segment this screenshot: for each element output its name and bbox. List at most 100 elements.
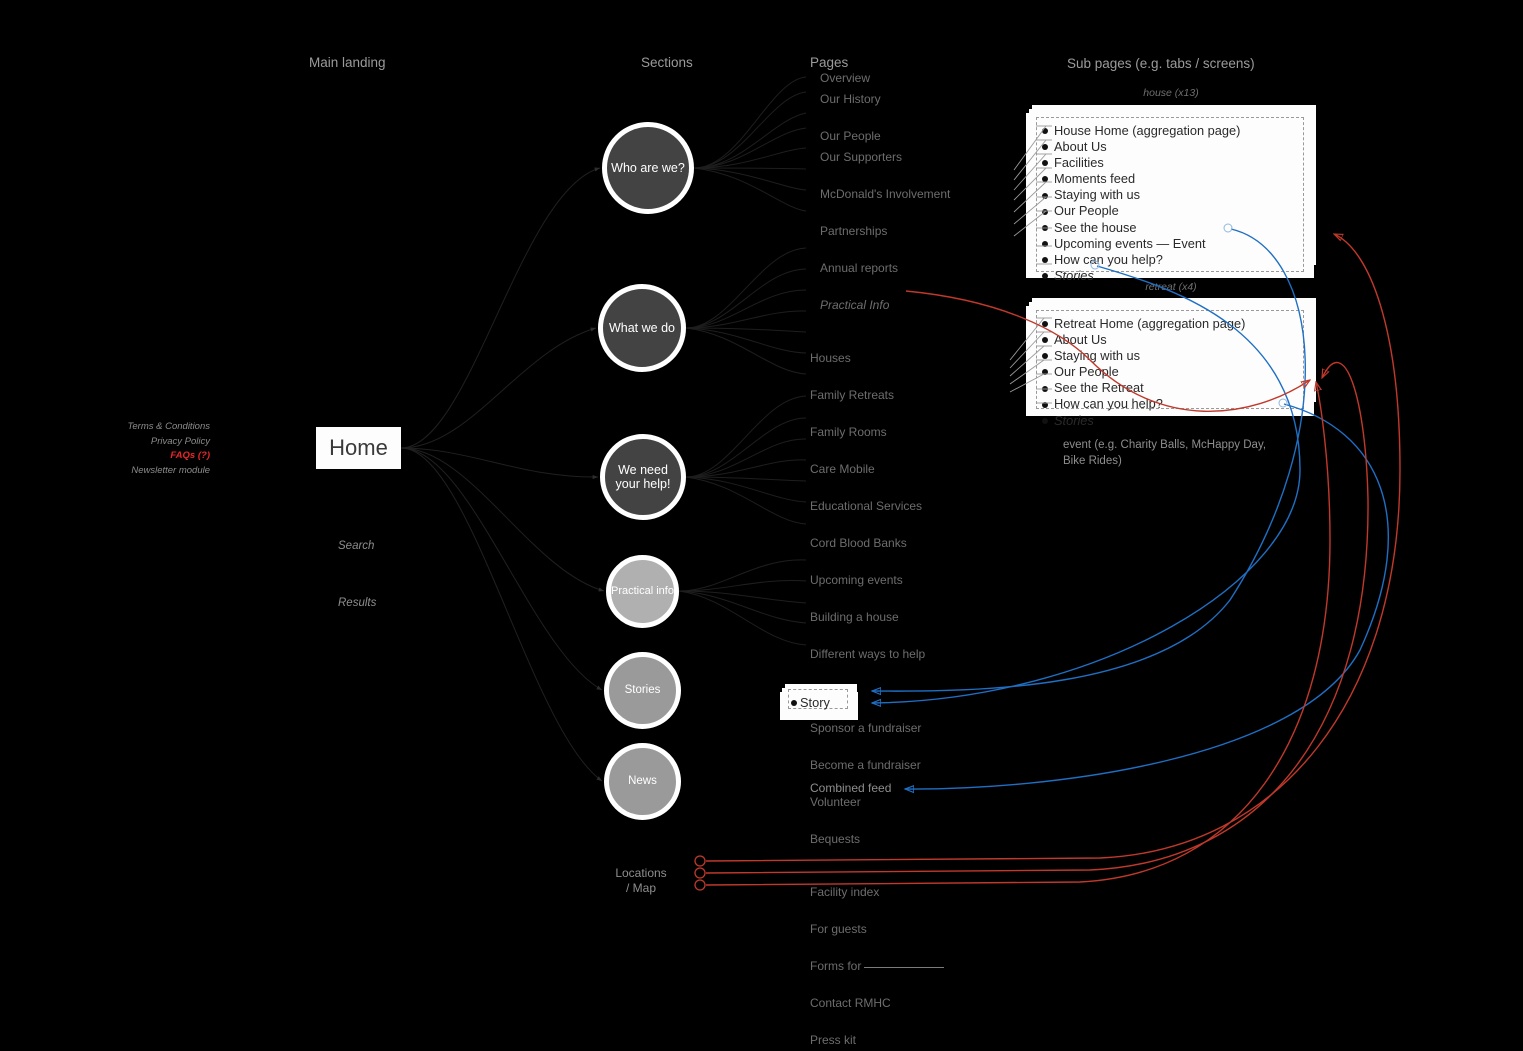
page-item[interactable]: Contact RMHC [810,993,1010,1014]
utility-link-faqs[interactable]: FAQs (?) [60,449,210,464]
utility-link-newsletter[interactable]: Newsletter module [60,464,210,479]
page-item[interactable]: Bequests [810,829,1010,850]
subpage-card-retreat[interactable]: retreat (x4) Retreat Home (aggregation p… [1026,281,1316,428]
pages-spacer [810,242,1010,258]
subpage-item[interactable]: How can you help? [1042,396,1245,412]
page-item[interactable]: Practical Info [810,295,1010,316]
subpage-item[interactable]: Upcoming events — Event [1042,236,1240,252]
column-heading-sections: Sections [641,55,693,70]
pages-spacer [810,628,1010,644]
subpage-item-label: Retreat Home (aggregation page) [1054,316,1246,331]
page-item[interactable]: Our People [810,126,1010,147]
page-item[interactable]: Forms for [810,956,1010,977]
sitemap-canvas: Main landing Sections Pages Sub pages (e… [0,0,1523,1047]
subpage-item[interactable]: Facilities [1042,155,1240,171]
event-note-line-2: Bike Rides) [1063,454,1122,467]
page-item[interactable]: Houses [810,348,1010,369]
subpage-item[interactable]: See the Retreat [1042,380,1245,396]
pages-spacer [810,406,1010,422]
bullet-icon [1042,401,1048,408]
column-heading-sub-pages: Sub pages (e.g. tabs / screens) [1067,56,1255,71]
pages-spacer [810,279,1010,295]
subpage-item-label: See the Retreat [1054,380,1144,396]
page-item[interactable]: Become a fundraiser [810,755,1010,776]
subpage-item[interactable]: Staying with us [1042,187,1240,203]
bullet-icon [1042,417,1048,424]
section-circle-we-need-your-help[interactable]: We need your help! [600,434,686,520]
subpage-item-label: See the house [1054,219,1137,235]
subpage-item[interactable]: How can you help? [1042,251,1240,268]
subpage-item[interactable]: About Us [1042,139,1240,155]
subpage-item-label: How can you help? [1054,251,1163,267]
subpage-item[interactable]: Staying with us [1042,348,1245,364]
locations-map-label[interactable]: Locations / Map [609,866,673,896]
page-item[interactable]: Annual reports [810,258,1010,279]
section-circle-who-are-we[interactable]: Who are we? [602,122,694,214]
subpage-item-label: Our People [1054,203,1119,219]
subpage-item[interactable]: Stories [1042,413,1245,429]
section-circle-what-we-do[interactable]: What we do [598,284,686,372]
pages-spacer [810,665,1010,681]
section-circle-practical-info[interactable]: Practical info [606,555,679,628]
search-node-label[interactable]: Search [338,540,374,552]
subpage-item[interactable]: Retreat Home (aggregation page) [1042,316,1246,332]
subpage-card-house[interactable]: house (x13) House Home (aggregation page… [1026,87,1316,283]
page-item[interactable]: For guests [810,919,1010,940]
pages-spacer [810,316,1010,332]
subpage-card-house-caption: house (x13) [1143,87,1199,99]
page-item[interactable]: Family Retreats [810,385,1010,406]
subpage-item-label: House Home (aggregation page) [1054,123,1241,138]
subpage-item-label: Staying with us [1054,187,1141,203]
page-item[interactable]: Educational Services [810,496,1010,517]
pages-spacer [810,369,1010,385]
bullet-icon [1042,224,1048,231]
combined-feed-node[interactable]: Combined feed [810,781,891,796]
page-item[interactable]: Partnerships [810,221,1010,242]
bullet-icon [1042,208,1048,215]
page-item[interactable]: Sponsor a fundraiser [810,718,1010,739]
subpage-item[interactable]: Our People [1042,203,1240,219]
page-item[interactable]: Different ways to help [810,644,1010,665]
subpage-item-label: Our People [1054,364,1119,380]
page-item[interactable]: Family Rooms [810,422,1010,443]
page-item[interactable]: Our Supporters [810,147,1010,168]
subpage-item[interactable]: House Home (aggregation page) [1042,123,1241,139]
page-item[interactable]: Upcoming events [810,570,1010,591]
subpage-item[interactable]: About Us [1042,332,1245,348]
subpage-item[interactable]: See the house [1042,219,1240,236]
pages-spacer [810,205,1010,221]
pages-spacer [810,940,1010,956]
section-circle-label: News [628,775,657,788]
section-circle-news[interactable]: News [604,743,681,820]
pages-spacer [810,866,1010,882]
pages-spacer [810,554,1010,570]
pages-spacer [810,903,1010,919]
subpage-item[interactable]: Moments feed [1042,171,1240,187]
page-item[interactable]: Care Mobile [810,459,1010,480]
page-item[interactable]: McDonald's Involvement [810,184,1010,205]
subpage-item-list: Retreat Home (aggregation page) About Us S… [1042,316,1246,429]
section-circle-stories[interactable]: Stories [604,652,681,729]
subpage-item-label: Facilities [1054,155,1104,171]
event-note-line-1: event (e.g. Charity Balls, McHappy Day, [1063,439,1267,451]
results-node-label[interactable]: Results [338,597,376,609]
subpage-item-label: Moments feed [1054,171,1136,187]
bullet-icon [1042,240,1048,247]
subpage-item[interactable]: Our People [1042,364,1245,380]
page-item[interactable]: Cord Blood Banks [810,533,1010,554]
utility-links: Terms & Conditions Privacy Policy FAQs (… [60,420,210,478]
subpage-item-label: About Us [1054,332,1107,348]
page-item[interactable]: Our History [810,89,1010,110]
page-item[interactable]: Overview [810,68,1010,89]
utility-link-terms[interactable]: Terms & Conditions [60,420,210,435]
pages-spacer [810,332,1010,348]
page-item[interactable]: Press kit [810,1030,1010,1051]
section-circle-label: We need your help! [615,463,671,491]
locations-line-2: / Map [625,881,656,895]
section-circle-label: Who are we? [611,161,685,175]
page-item[interactable]: Building a house [810,607,1010,628]
pages-spacer [810,850,1010,866]
home-node[interactable]: Home [316,427,401,469]
page-item[interactable]: Facility index [810,882,1010,903]
utility-link-privacy[interactable]: Privacy Policy [60,435,210,450]
